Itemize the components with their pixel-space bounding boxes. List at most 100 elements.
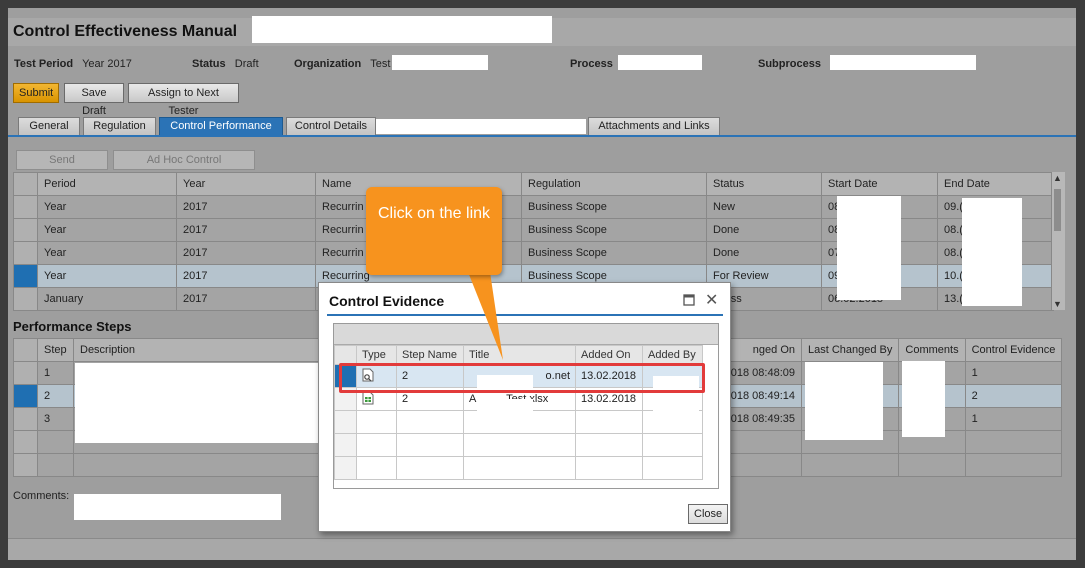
status-value: Draft — [234, 58, 259, 70]
tab-general[interactable]: General — [18, 117, 80, 136]
performance-steps-title: Performance Steps — [13, 319, 132, 334]
row-select-header — [334, 345, 357, 365]
redacted-subprocess — [830, 55, 976, 70]
status-cell: New — [706, 195, 822, 219]
redacted-end-dates — [962, 198, 1022, 306]
step-cell: 3 — [37, 407, 74, 431]
regulation-cell: Business Scope — [521, 195, 707, 219]
dialog-title-underline — [327, 314, 723, 316]
control-evidence-dialog: Control Evidence ✕ Type Step Name Title … — [318, 282, 731, 532]
column-header[interactable]: Regulation — [521, 172, 707, 196]
row-selector[interactable] — [13, 361, 38, 385]
tab-control-details[interactable]: Control Details — [286, 117, 376, 136]
redacted-organization — [392, 55, 488, 70]
process: Process — [570, 58, 613, 70]
redacted-title-2 — [477, 399, 533, 417]
redacted-process — [618, 55, 702, 70]
row-selector[interactable] — [13, 241, 38, 265]
subprocess: Subprocess I — [758, 58, 833, 70]
spreadsheet-icon — [356, 387, 397, 411]
test-period: Test Period Year 2017 — [14, 58, 132, 70]
row-selector — [13, 430, 38, 454]
evidence-row-empty — [334, 433, 703, 457]
period-cell: Year — [37, 264, 177, 288]
tab-regulation[interactable]: Regulation — [83, 117, 156, 136]
column-header[interactable]: End Date — [937, 172, 1054, 196]
evidence-table-toolbar — [334, 324, 718, 345]
step-name-cell: 2 — [396, 364, 464, 388]
column-header[interactable]: Comments — [898, 338, 966, 362]
close-button[interactable]: Close — [688, 504, 728, 524]
evidence-link[interactable]: 1 — [964, 407, 1063, 431]
period-cell: January — [37, 287, 177, 311]
row-selector[interactable] — [13, 384, 38, 408]
footer-bar — [8, 538, 1076, 560]
column-header[interactable]: Year — [176, 172, 316, 196]
redacted-comments — [902, 361, 945, 437]
column-header[interactable]: Step — [37, 338, 74, 362]
maximize-icon[interactable] — [683, 293, 695, 309]
subprocess-label: Subprocess — [758, 58, 821, 70]
page-title: Control Effectiveness Manual — [13, 23, 238, 40]
step-cell: 2 — [37, 384, 74, 408]
step-cell: 1 — [37, 361, 74, 385]
column-header[interactable]: Added On — [575, 345, 643, 365]
column-header[interactable]: Type — [356, 345, 397, 365]
comments-label: Comments: — [13, 490, 70, 502]
row-selector[interactable] — [334, 364, 357, 388]
row-selector[interactable] — [13, 218, 38, 242]
comments-field[interactable] — [74, 494, 281, 520]
row-selector — [13, 453, 38, 477]
column-header[interactable]: Status — [706, 172, 822, 196]
year-cell: 2017 — [176, 287, 316, 311]
scroll-up-icon[interactable]: ▲ — [1052, 173, 1063, 183]
dialog-title: Control Evidence — [329, 293, 445, 309]
organization: Organization Test C — [294, 58, 401, 70]
column-header[interactable]: Control Evidence — [964, 338, 1063, 362]
redacted-start-dates — [837, 196, 901, 300]
row-selector[interactable] — [13, 195, 38, 219]
column-header[interactable]: Last Changed By — [800, 338, 900, 362]
status-cell: Done — [706, 241, 822, 265]
redacted-added-by-1 — [653, 376, 699, 390]
column-header[interactable]: Title — [463, 345, 576, 365]
scroll-thumb[interactable] — [1054, 189, 1061, 231]
send-notification-button[interactable]: Send Notification — [16, 150, 108, 184]
evidence-link[interactable]: 2 — [964, 384, 1063, 408]
save-draft-button[interactable]: Save Draft — [64, 83, 124, 117]
evidence-row-empty — [334, 456, 703, 480]
process-label: Process — [570, 58, 613, 70]
period-cell: Year — [37, 241, 177, 265]
tab-attachments[interactable]: Attachments and Links — [588, 117, 720, 136]
row-selector[interactable] — [13, 264, 38, 288]
regulation-cell: Business Scope — [521, 218, 707, 242]
added-on-cell: 13.02.2018 — [575, 364, 643, 388]
row-selector[interactable] — [334, 387, 357, 411]
close-icon[interactable]: ✕ — [705, 290, 718, 310]
status: Status Draft — [192, 58, 259, 70]
row-selector[interactable] — [13, 287, 38, 311]
submit-button[interactable]: Submit — [13, 83, 59, 103]
column-header[interactable]: Step Name — [396, 345, 464, 365]
year-cell: 2017 — [176, 218, 316, 242]
link-document-icon — [356, 364, 397, 388]
row-select-header — [13, 172, 38, 196]
tab-underline — [8, 135, 1076, 137]
step-name-cell: 2 — [396, 387, 464, 411]
tab-control-performance[interactable]: Control Performance — [159, 117, 283, 136]
column-header[interactable]: Start Date — [821, 172, 938, 196]
status-cell: Done — [706, 218, 822, 242]
ad-hoc-performance-button[interactable]: Ad Hoc Control Performance — [113, 150, 255, 184]
test-period-label: Test Period — [14, 58, 74, 70]
year-cell: 2017 — [176, 241, 316, 265]
row-selector[interactable] — [13, 407, 38, 431]
column-header[interactable]: Added By — [642, 345, 703, 365]
added-on-cell: 13.02.2018 — [575, 387, 643, 411]
assign-next-tester-button[interactable]: Assign to Next Tester — [128, 83, 239, 117]
vertical-scrollbar[interactable]: ▲ ▼ — [1051, 172, 1065, 310]
scroll-down-icon[interactable]: ▼ — [1052, 299, 1063, 309]
redacted-tab — [376, 119, 586, 134]
evidence-link[interactable]: 1 — [964, 361, 1063, 385]
redacted-title-1 — [477, 375, 533, 390]
column-header[interactable]: Period — [37, 172, 177, 196]
